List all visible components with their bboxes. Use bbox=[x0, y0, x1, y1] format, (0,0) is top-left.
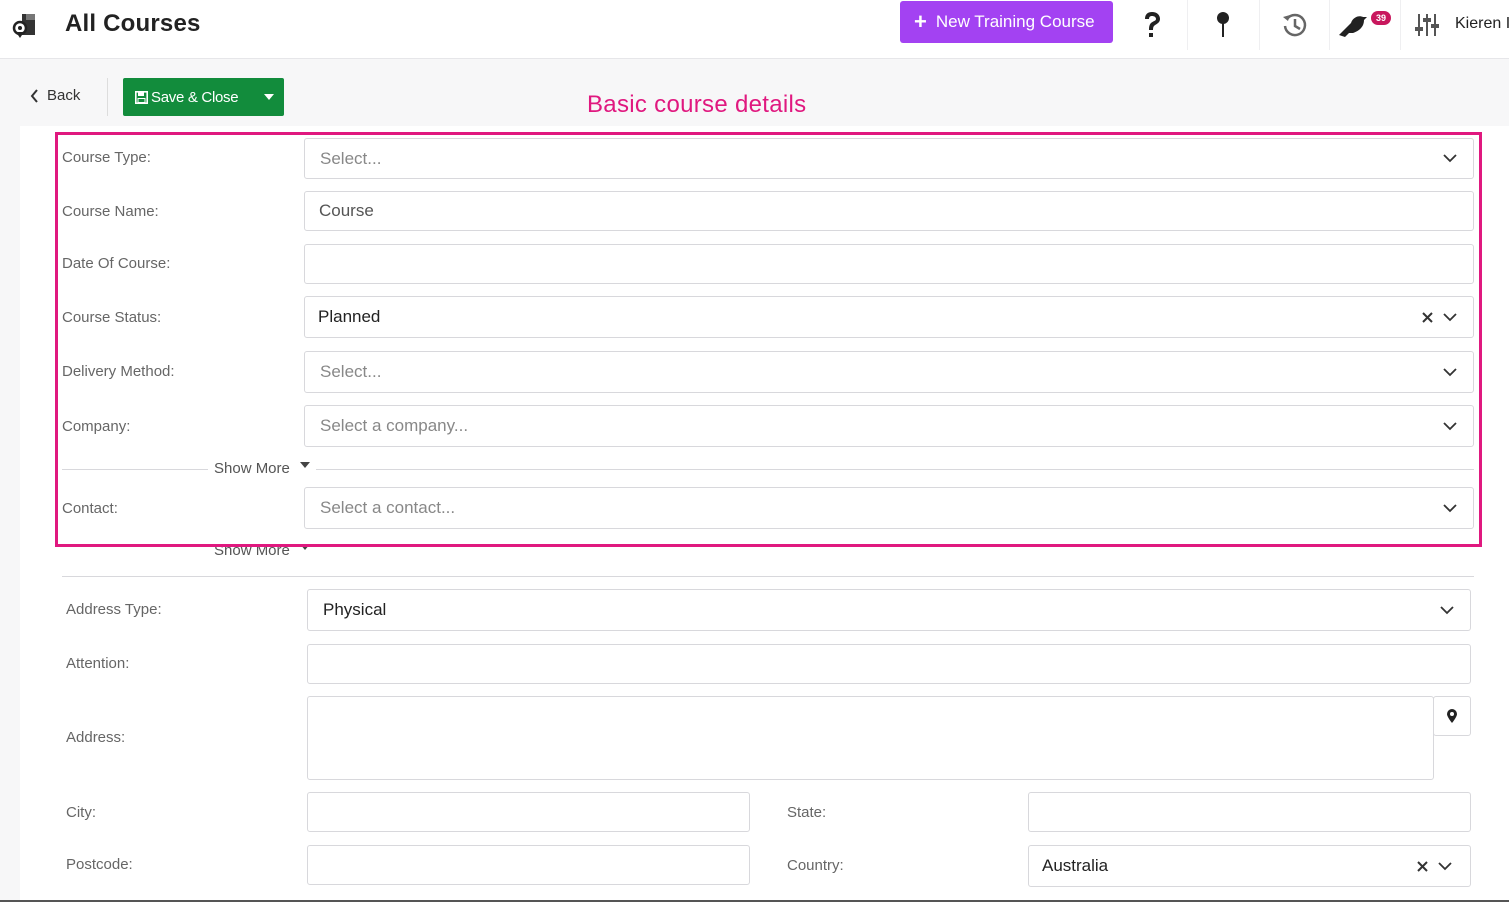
show-more-label: Show More bbox=[214, 460, 290, 477]
state-input[interactable] bbox=[1028, 792, 1471, 832]
country-select[interactable]: Australia bbox=[1028, 845, 1471, 887]
plus-icon: + bbox=[914, 9, 927, 34]
back-button[interactable]: Back bbox=[30, 87, 80, 104]
user-name[interactable]: Kieren I bbox=[1455, 15, 1509, 33]
save-close-button-group: Save & Close bbox=[123, 78, 284, 116]
course-status-value: Planned bbox=[318, 307, 381, 326]
save-icon bbox=[135, 90, 148, 104]
chevron-down-icon bbox=[1438, 861, 1452, 870]
clear-icon[interactable] bbox=[1422, 311, 1433, 323]
back-label: Back bbox=[47, 87, 81, 104]
postcode-input[interactable] bbox=[307, 845, 750, 885]
contact-label: Contact: bbox=[62, 500, 118, 517]
section-divider bbox=[62, 576, 1474, 577]
pin-icon[interactable] bbox=[1187, 0, 1257, 50]
delivery-method-select[interactable]: Select... bbox=[304, 351, 1474, 393]
address-label: Address: bbox=[66, 729, 126, 746]
address-type-label: Address Type: bbox=[66, 601, 162, 618]
city-label: City: bbox=[66, 804, 96, 821]
contact-placeholder: Select a contact... bbox=[320, 498, 456, 517]
address-type-select[interactable]: Physical bbox=[307, 589, 1471, 631]
company-placeholder: Select a company... bbox=[320, 416, 469, 435]
new-training-course-label: New Training Course bbox=[935, 12, 1095, 31]
chevron-down-icon bbox=[1443, 503, 1457, 512]
chevron-down-icon bbox=[1440, 605, 1454, 614]
course-status-select[interactable]: Planned bbox=[304, 296, 1474, 338]
save-close-label: Save & Close bbox=[151, 88, 239, 106]
company-label: Company: bbox=[62, 418, 131, 435]
page-title: All Courses bbox=[65, 10, 201, 37]
chevron-down-icon bbox=[1443, 154, 1457, 163]
state-label: State: bbox=[787, 804, 827, 821]
country-value: Australia bbox=[1042, 856, 1109, 875]
notification-count-badge: 39 bbox=[1371, 11, 1392, 25]
course-name-value: Course bbox=[319, 201, 374, 220]
new-training-course-button[interactable]: + New Training Course bbox=[900, 1, 1113, 43]
history-icon[interactable] bbox=[1259, 0, 1329, 50]
caret-down-icon bbox=[263, 94, 274, 100]
chevron-down-icon bbox=[1443, 312, 1457, 321]
contact-select[interactable]: Select a contact... bbox=[304, 487, 1474, 529]
date-of-course-label: Date Of Course: bbox=[62, 255, 171, 272]
company-select[interactable]: Select a company... bbox=[304, 405, 1474, 447]
show-more-toggle-contact[interactable]: Show More bbox=[208, 542, 316, 559]
address-type-value: Physical bbox=[323, 600, 387, 619]
chevron-down-icon bbox=[1443, 421, 1457, 430]
course-type-label: Course Type: bbox=[62, 149, 151, 166]
map-pin-icon bbox=[1447, 709, 1457, 723]
country-label: Country: bbox=[787, 857, 844, 874]
show-more-toggle[interactable]: Show More bbox=[208, 460, 316, 477]
save-close-button[interactable]: Save & Close bbox=[123, 89, 253, 106]
chevron-left-icon bbox=[30, 88, 38, 103]
toolbar-divider bbox=[107, 78, 108, 116]
course-type-placeholder: Select... bbox=[320, 148, 382, 168]
delivery-method-label: Delivery Method: bbox=[62, 363, 175, 380]
notifications-bird-icon[interactable] bbox=[1329, 0, 1399, 50]
help-icon[interactable] bbox=[1117, 0, 1187, 50]
caret-down-icon bbox=[299, 543, 310, 550]
show-more-label: Show More bbox=[214, 542, 290, 559]
course-type-select[interactable]: Select... bbox=[304, 138, 1474, 179]
attention-label: Attention: bbox=[66, 655, 130, 672]
city-input[interactable] bbox=[307, 792, 750, 832]
course-name-label: Course Name: bbox=[62, 203, 159, 220]
map-pin-button[interactable] bbox=[1433, 696, 1471, 736]
clear-icon[interactable] bbox=[1417, 860, 1428, 872]
chevron-down-icon bbox=[1443, 367, 1457, 376]
address-textarea[interactable] bbox=[307, 696, 1434, 780]
attention-input[interactable] bbox=[307, 644, 1471, 684]
caret-down-icon bbox=[299, 461, 310, 468]
settings-sliders-icon[interactable] bbox=[1400, 0, 1452, 50]
course-name-input[interactable]: Course bbox=[304, 191, 1474, 231]
date-of-course-input[interactable] bbox=[304, 244, 1474, 284]
app-logo-icon[interactable] bbox=[12, 11, 40, 39]
annotation-label: Basic course details bbox=[587, 91, 807, 118]
save-options-dropdown[interactable] bbox=[253, 78, 284, 116]
postcode-label: Postcode: bbox=[66, 856, 133, 873]
delivery-method-placeholder: Select... bbox=[320, 362, 382, 381]
course-status-label: Course Status: bbox=[62, 309, 162, 326]
top-header: All Courses + New Training Course 39 Kie… bbox=[0, 0, 1509, 59]
